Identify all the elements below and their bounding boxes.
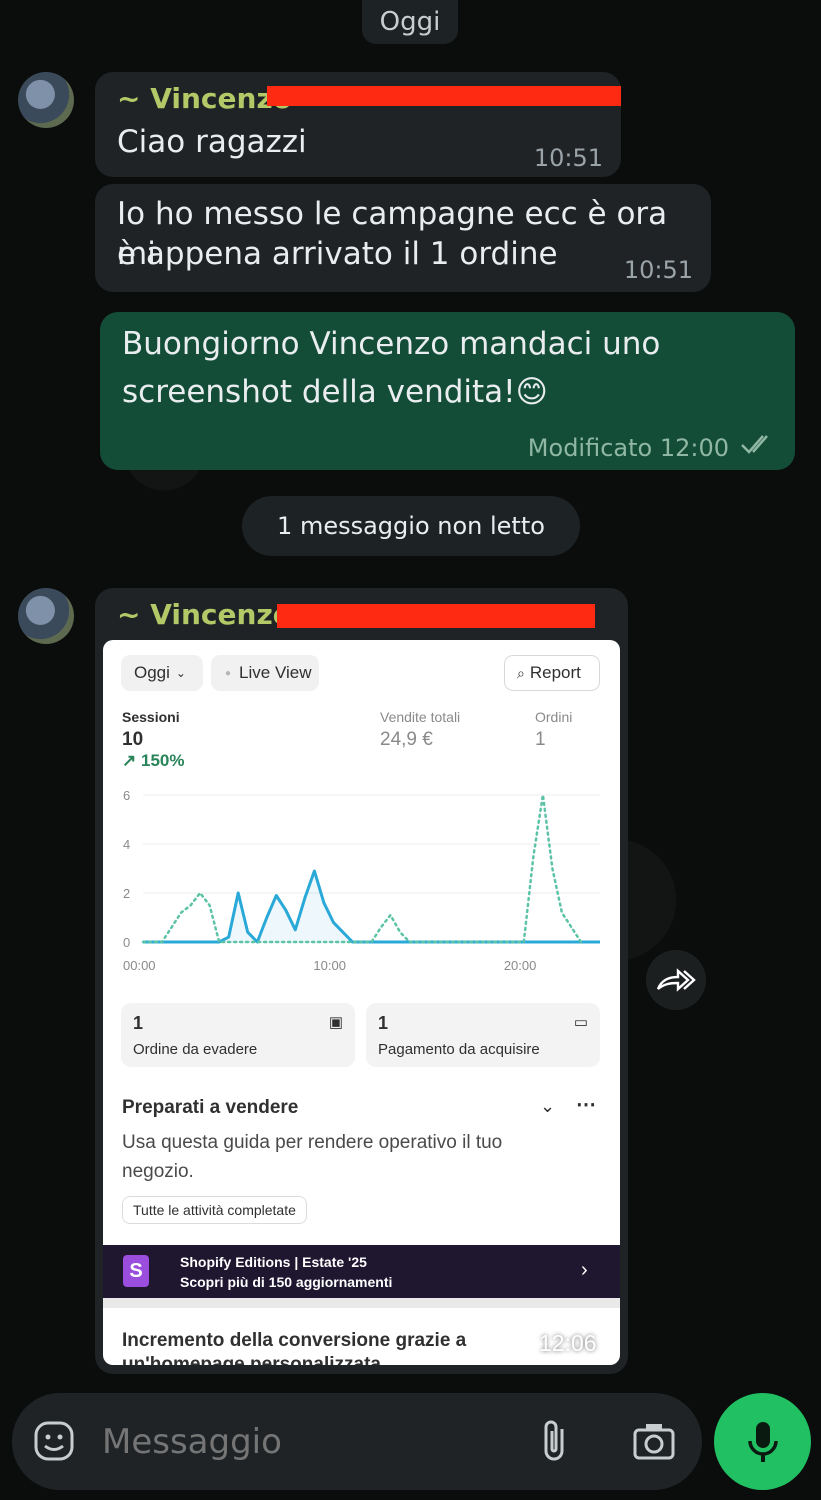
sessions-delta: ↗ 150%	[122, 751, 185, 770]
date-separator: Oggi	[362, 0, 458, 44]
y-tick-label: 0	[123, 935, 130, 950]
live-view-button[interactable]: ● Live View	[211, 655, 319, 691]
unread-separator: 1 messaggio non letto	[242, 496, 580, 556]
article-title-line2: un'homepage personalizzata	[122, 1354, 381, 1365]
message-text-line2: è appena arrivato il 1 ordine	[117, 236, 558, 272]
card-number: 1	[133, 1013, 144, 1033]
y-tick-label: 6	[123, 788, 130, 803]
total-sales-value: 24,9 €	[380, 729, 433, 750]
banner-title: Shopify Editions | Estate '25	[180, 1254, 367, 1270]
guide-title: Preparati a vendere	[122, 1097, 299, 1118]
sender-name[interactable]: ~ Vincenzo	[117, 598, 292, 631]
live-view-label: Live View	[239, 663, 312, 682]
divider	[103, 1298, 620, 1308]
chevron-down-icon[interactable]: ⌄	[540, 1096, 555, 1117]
guide-text-line1: Usa questa guida per rendere operativo i…	[122, 1132, 503, 1153]
sender-name[interactable]: ~ Vincenzo	[117, 82, 292, 115]
message-text: Ciao ragazzi	[117, 124, 307, 160]
orders-value: 1	[535, 729, 546, 750]
forward-icon	[656, 968, 696, 992]
guide-text-line2: negozio.	[122, 1161, 194, 1182]
inbox-icon: ▣	[328, 1014, 343, 1031]
attach-icon[interactable]	[536, 1419, 576, 1469]
date-filter-button[interactable]: Oggi ⌄	[121, 655, 203, 691]
banner-subtitle: Scopri più di 150 aggiornamenti	[180, 1274, 393, 1290]
shopify-editions-banner[interactable]: S Shopify Editions | Estate '25 Scopri p…	[103, 1245, 620, 1298]
microphone-icon	[747, 1421, 778, 1462]
sender-avatar[interactable]	[18, 72, 74, 128]
incoming-message[interactable]: Io ho messo le campagne ecc è ora mi è a…	[95, 184, 711, 292]
message-composer	[12, 1393, 702, 1490]
message-time: 10:51	[623, 256, 693, 284]
message-status: Modificato 12:00	[527, 434, 729, 462]
card-label: Ordine da evadere	[133, 1041, 258, 1058]
orders-label: Ordini	[535, 709, 573, 725]
sticker-icon[interactable]	[32, 1419, 76, 1467]
sessions-chart: 6 4 2 0 00:00 10:00 20:00	[123, 788, 600, 973]
card-label: Pagamento da acquisire	[378, 1041, 540, 1058]
card-number: 1	[378, 1013, 389, 1033]
voice-message-button[interactable]	[714, 1393, 811, 1490]
report-label: Report	[529, 663, 581, 682]
redaction-bar	[267, 86, 621, 106]
y-tick-label: 4	[123, 837, 130, 852]
sessions-label: Sessioni	[122, 709, 180, 725]
chevron-right-icon: ›	[581, 1259, 588, 1281]
report-button[interactable]: ⌕ Report	[504, 655, 600, 691]
more-options-icon[interactable]: ⋯	[576, 1092, 596, 1117]
x-tick-label: 00:00	[123, 958, 156, 973]
arrow-up-right-icon: ↗	[122, 751, 137, 770]
forward-button[interactable]	[646, 950, 706, 1010]
x-tick-label: 10:00	[313, 958, 346, 973]
payment-icon: ▭	[573, 1014, 588, 1031]
total-sales-label: Vendite totali	[380, 709, 461, 725]
message-time: 10:51	[533, 144, 603, 172]
date-filter-label: Oggi	[134, 663, 170, 682]
report-icon: ⌕	[517, 664, 525, 681]
shared-screenshot[interactable]: Oggi ⌄ ● Live View ⌕ Report Sessioni 10 …	[103, 640, 620, 1365]
message-input[interactable]	[100, 1415, 514, 1469]
x-tick-label: 20:00	[504, 958, 537, 973]
y-tick-label: 2	[123, 886, 130, 901]
dot-icon: ●	[225, 667, 232, 679]
sessions-line-comparison	[141, 793, 583, 944]
article-title-line1: Incremento della conversione grazie a	[122, 1330, 467, 1351]
incoming-message[interactable]: ~ Vincenzo Ciao ragazzi 10:51	[95, 72, 621, 177]
completed-badge: Tutte le attività completate	[122, 1196, 307, 1224]
sender-avatar[interactable]	[18, 588, 74, 644]
shopify-bag-icon: S	[123, 1255, 149, 1287]
outgoing-message[interactable]: Buongiorno Vincenzo mandaci uno screensh…	[100, 312, 795, 470]
camera-icon[interactable]	[632, 1421, 676, 1465]
sessions-value: 10	[122, 729, 144, 750]
smile-emoji-icon: 😊	[515, 374, 548, 410]
image-time: 12:06	[539, 1330, 597, 1356]
message-text-line1: Buongiorno Vincenzo mandaci uno	[122, 326, 661, 362]
payments-to-capture-card[interactable]: 1 Pagamento da acquisire ▭	[366, 1003, 600, 1067]
orders-to-fulfill-card[interactable]: 1 Ordine da evadere ▣	[121, 1003, 355, 1067]
double-check-icon	[739, 430, 777, 462]
chevron-down-icon: ⌄	[175, 666, 186, 680]
redaction-bar	[277, 604, 595, 628]
message-text-line2: screenshot della vendita!	[122, 374, 516, 410]
